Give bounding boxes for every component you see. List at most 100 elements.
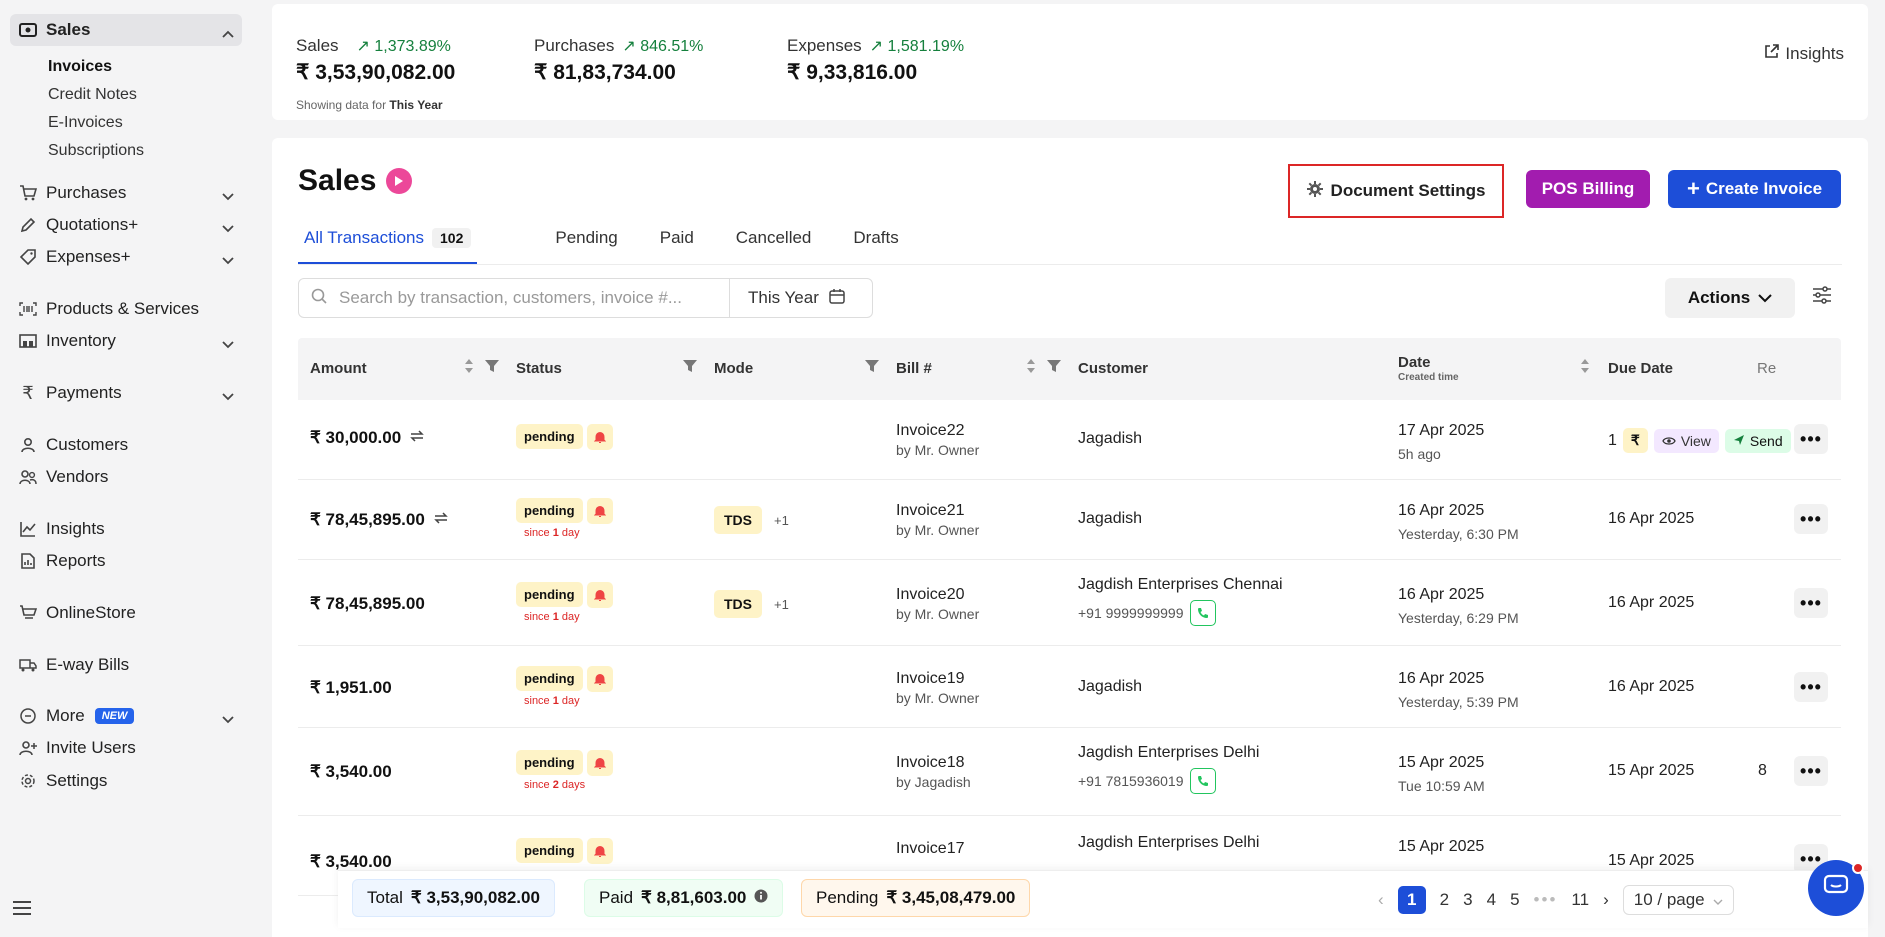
chevron-down-icon[interactable] (222, 186, 234, 206)
prev-page-icon[interactable]: ‹ (1378, 890, 1384, 910)
mode-more[interactable]: +1 (774, 597, 789, 612)
sidebar-item-expenses[interactable]: Expenses+ (10, 241, 242, 273)
page-11[interactable]: 11 (1571, 890, 1589, 910)
document-settings-button[interactable]: Document Settings (1288, 164, 1504, 218)
chevron-down-icon[interactable] (222, 334, 234, 354)
tab-all-transactions[interactable]: All Transactions 102 (298, 224, 478, 264)
row-more-button[interactable]: ••• (1794, 504, 1828, 534)
sidebar-item-invite-users[interactable]: Invite Users (10, 732, 242, 764)
sidebar-subitem-e-invoices[interactable]: E-Invoices (48, 114, 123, 132)
chevron-up-icon[interactable] (222, 23, 234, 43)
sidebar-item-reports[interactable]: Reports (10, 545, 242, 577)
sidebar-item-label: E-way Bills (46, 655, 130, 674)
new-badge: NEW (94, 708, 135, 724)
col-amount[interactable]: Amount (310, 360, 367, 377)
bell-icon[interactable] (586, 666, 613, 693)
tab-drafts[interactable]: Drafts (853, 224, 898, 264)
sort-icon[interactable] (1026, 358, 1036, 378)
chevron-down-icon[interactable] (222, 250, 234, 270)
sidebar-item-quotations[interactable]: Quotations+ (10, 209, 242, 241)
col-customer[interactable]: Customer (1078, 360, 1148, 377)
amount-cell: ₹ 3,540.00 (310, 852, 392, 871)
col-due-date[interactable]: Due Date (1608, 360, 1673, 377)
table-row[interactable]: ₹ 3,540.00 pending since 2 days Invoice18… (298, 728, 1841, 816)
search-input[interactable]: Search by transaction, customers, invoic… (298, 278, 730, 318)
insights-link[interactable]: Insights (1764, 44, 1844, 64)
col-mode[interactable]: Mode (714, 360, 753, 377)
sidebar-item-sales[interactable]: Sales (10, 14, 242, 46)
sidebar-item-customers[interactable]: Customers (10, 429, 242, 461)
table-row[interactable]: ₹ 78,45,895.00 pending since 1 day TDS +1 … (298, 560, 1841, 646)
sidebar-item-products[interactable]: Products & Services (10, 293, 242, 325)
page-5[interactable]: 5 (1510, 890, 1519, 910)
filter-icon[interactable] (484, 358, 500, 378)
sidebar-item-settings[interactable]: Settings (10, 765, 242, 797)
date-range-select[interactable]: This Year (729, 278, 873, 318)
view-button[interactable]: View (1653, 428, 1719, 453)
page-size-select[interactable]: 10 / page (1622, 885, 1734, 915)
sidebar-item-inventory[interactable]: Inventory (10, 325, 242, 357)
sidebar-subitem-invoices[interactable]: Invoices (48, 58, 112, 76)
sidebar-item-label: Products & Services (46, 299, 200, 318)
row-more-button[interactable]: ••• (1794, 756, 1828, 786)
hamburger-menu-icon[interactable] (12, 900, 32, 920)
bell-icon[interactable] (586, 582, 613, 609)
filter-icon[interactable] (682, 358, 698, 378)
phone-icon[interactable] (1189, 768, 1216, 794)
sidebar-item-insights[interactable]: Insights (10, 513, 242, 545)
phone-icon[interactable] (1189, 600, 1216, 626)
bell-icon[interactable] (586, 424, 613, 451)
tab-paid[interactable]: Paid (660, 224, 694, 264)
row-more-button[interactable]: ••• (1794, 588, 1828, 618)
tab-pending[interactable]: Pending (555, 224, 617, 264)
table-row[interactable]: ₹ 30,000.00 pending Invoice22 by Mr. Owne… (298, 400, 1841, 480)
page-1[interactable]: 1 (1397, 886, 1426, 914)
bill-cell: Invoice20 by Mr. Owner (896, 586, 980, 622)
chevron-down-icon[interactable] (222, 386, 234, 406)
sort-icon[interactable] (1580, 358, 1590, 378)
col-status[interactable]: Status (516, 360, 562, 377)
page-4[interactable]: 4 (1487, 890, 1496, 910)
actions-dropdown[interactable]: Actions (1665, 278, 1795, 318)
play-video-icon[interactable] (386, 168, 413, 194)
info-icon[interactable] (754, 888, 768, 908)
sidebar-item-more[interactable]: More NEW (10, 700, 242, 732)
filter-icon[interactable] (1046, 358, 1062, 378)
sort-icon[interactable] (464, 358, 474, 378)
sidebar-item-onlinestore[interactable]: OnlineStore (10, 597, 242, 629)
send-button[interactable]: Send (1724, 428, 1791, 453)
chevron-down-icon[interactable] (222, 218, 234, 238)
table-row[interactable]: ₹ 78,45,895.00 pending since 1 day TDS +1 … (298, 480, 1841, 560)
col-date[interactable]: Date Created time (1398, 354, 1459, 383)
row-more-button[interactable]: ••• (1794, 424, 1828, 454)
sidebar-item-eway-bills[interactable]: E-way Bills (10, 649, 242, 681)
create-invoice-button[interactable]: + Create Invoice (1668, 170, 1841, 208)
bill-cell: Invoice18 by Jagadish (896, 754, 971, 790)
sidebar-item-payments[interactable]: ₹ Payments (10, 377, 242, 409)
record-payment-chip[interactable]: ₹ (1622, 428, 1648, 453)
column-settings-icon[interactable] (1812, 286, 1832, 308)
bell-icon[interactable] (586, 498, 613, 525)
pos-billing-button[interactable]: POS Billing (1526, 170, 1650, 208)
table-row[interactable]: ₹ 1,951.00 pending since 1 day Invoice19 b… (298, 646, 1841, 728)
ellipsis-icon[interactable]: ••• (1534, 890, 1558, 910)
sidebar-subitem-subscriptions[interactable]: Subscriptions (48, 142, 144, 160)
chevron-down-icon[interactable] (222, 709, 234, 729)
mode-more[interactable]: +1 (774, 513, 789, 528)
page-3[interactable]: 3 (1463, 890, 1472, 910)
col-bill[interactable]: Bill # (896, 360, 932, 377)
filter-icon[interactable] (864, 358, 880, 378)
stat-label: Purchases (534, 36, 615, 55)
sidebar-subitem-credit-notes[interactable]: Credit Notes (48, 86, 137, 104)
sidebar-item-vendors[interactable]: Vendors (10, 461, 242, 493)
bell-icon[interactable] (586, 838, 613, 865)
next-page-icon[interactable]: › (1603, 890, 1609, 910)
status-cell: pending since 1 day (516, 582, 613, 623)
sidebar-item-label: Settings (46, 771, 108, 790)
sidebar-item-purchases[interactable]: Purchases (10, 177, 242, 209)
row-more-button[interactable]: ••• (1794, 672, 1828, 702)
bell-icon[interactable] (586, 750, 613, 777)
chat-support-button[interactable] (1808, 860, 1864, 916)
page-2[interactable]: 2 (1440, 890, 1449, 910)
tab-cancelled[interactable]: Cancelled (736, 224, 812, 264)
